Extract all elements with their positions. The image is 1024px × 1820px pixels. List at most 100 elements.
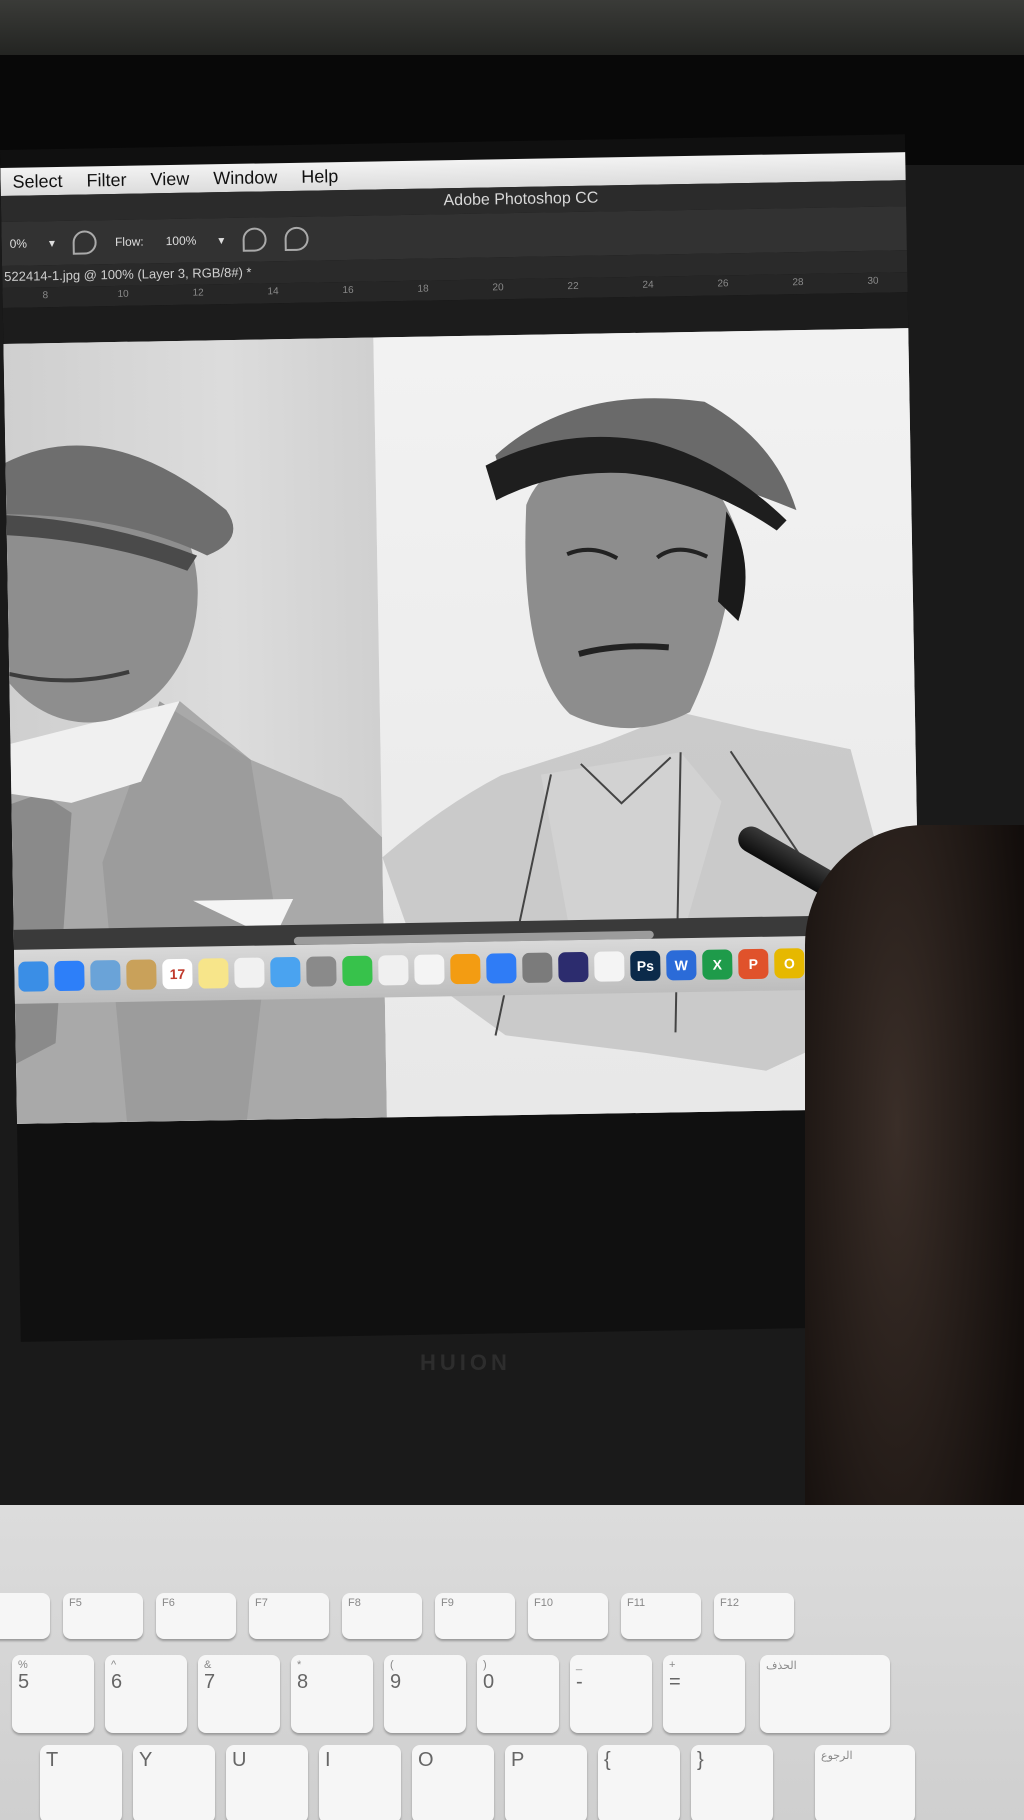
menu-help[interactable]: Help xyxy=(289,165,350,187)
fn-key-5[interactable]: F9 xyxy=(435,1593,515,1639)
photoshop-icon[interactable]: Ps xyxy=(630,950,661,982)
delete-key[interactable]: الحذف xyxy=(760,1655,890,1733)
cinema4d-icon[interactable] xyxy=(558,951,589,983)
number-key-7-label: = xyxy=(669,1671,681,1693)
itunes-icon[interactable] xyxy=(378,955,409,986)
number-key-5-label: 0 xyxy=(483,1671,495,1693)
fn-key-4[interactable]: F8 xyxy=(342,1593,422,1639)
ruler-tick: 14 xyxy=(267,286,279,298)
fn-key-2[interactable]: F6 xyxy=(156,1593,236,1639)
number-key-0-label: 5 xyxy=(18,1671,30,1693)
ruler-tick: 24 xyxy=(642,279,654,291)
ruler-tick: 12 xyxy=(192,287,204,299)
letter-key-0[interactable]: T xyxy=(40,1745,122,1820)
letter-key-3[interactable]: I xyxy=(319,1745,401,1820)
fn-key-1[interactable]: F5 xyxy=(63,1593,143,1639)
fn-key-2-symbol: F6 xyxy=(162,1597,175,1609)
number-key-2-symbol: & xyxy=(204,1659,212,1671)
number-key-1-label: 6 xyxy=(111,1671,123,1693)
number-key-0-symbol: % xyxy=(18,1659,28,1671)
facetime-icon[interactable] xyxy=(342,955,373,987)
powerpoint-icon[interactable]: P xyxy=(738,948,769,980)
dropdown-arrow-icon[interactable]: ▾ xyxy=(218,233,224,247)
number-key-2[interactable]: & 7 xyxy=(198,1655,280,1733)
delete-key-symbol: الحذف xyxy=(766,1660,797,1672)
letter-key-3-label: I xyxy=(325,1749,331,1771)
fn-key-4-symbol: F8 xyxy=(348,1597,361,1609)
reference-photo-drawing xyxy=(3,445,387,1124)
acrobat-icon[interactable] xyxy=(414,954,445,985)
return-key[interactable]: الرجوع xyxy=(815,1745,915,1820)
ruler-tick: 28 xyxy=(792,276,804,289)
number-key-7[interactable]: + = xyxy=(663,1655,745,1733)
ruler-tick: 10 xyxy=(117,288,129,300)
preview-icon[interactable] xyxy=(90,960,121,991)
excel-icon[interactable]: X xyxy=(702,949,733,980)
word-icon[interactable]: W xyxy=(666,949,697,981)
number-key-6-symbol: _ xyxy=(576,1659,583,1671)
opacity-dropdown[interactable]: 0% xyxy=(5,234,31,252)
menu-select[interactable]: Select xyxy=(0,170,74,192)
number-key-1-symbol: ^ xyxy=(111,1659,117,1671)
pressure-size-icon[interactable] xyxy=(284,226,309,252)
fn-key-0[interactable]: F4 xyxy=(0,1593,50,1639)
menu-filter[interactable]: Filter xyxy=(74,169,138,191)
letter-key-5[interactable]: P xyxy=(505,1745,587,1820)
pressure-opacity-icon[interactable] xyxy=(72,230,98,255)
number-key-2-label: 7 xyxy=(204,1671,216,1693)
flow-label: Flow: xyxy=(114,234,144,250)
letter-key-2-label: U xyxy=(232,1749,247,1771)
messages-icon[interactable] xyxy=(270,956,301,988)
airbrush-icon[interactable] xyxy=(242,227,267,252)
fn-key-0-symbol: F4 xyxy=(0,1597,44,1609)
acrobat-reader-icon[interactable] xyxy=(594,951,625,982)
document-canvas[interactable] xyxy=(3,325,926,1124)
letter-key-7[interactable]: } xyxy=(691,1745,773,1820)
number-key-3-symbol: * xyxy=(297,1659,302,1671)
dropdown-arrow-icon[interactable]: ▾ xyxy=(49,236,55,250)
fn-key-8[interactable]: F12 xyxy=(714,1593,794,1639)
fn-key-6[interactable]: F10 xyxy=(528,1593,608,1639)
letter-key-6[interactable]: { xyxy=(598,1745,680,1820)
ruler-tick: 18 xyxy=(417,283,429,295)
number-key-6[interactable]: _ - xyxy=(570,1655,652,1733)
number-key-5[interactable]: ) 0 xyxy=(477,1655,559,1733)
number-key-3[interactable]: * 8 xyxy=(291,1655,373,1733)
number-key-1[interactable]: ^ 6 xyxy=(105,1655,187,1733)
keyboard: F4F5F6F7F8F9F10F11F12%5^6&7*8(9)0_-+=الح… xyxy=(0,1505,1024,1820)
menu-window[interactable]: Window xyxy=(201,166,289,189)
outlook-icon[interactable]: O xyxy=(774,948,805,979)
menu-view[interactable]: View xyxy=(138,168,201,190)
ruler-tick: 30 xyxy=(867,275,879,287)
ibooks-icon[interactable] xyxy=(450,953,481,985)
ruler-tick: 20 xyxy=(492,282,504,294)
letter-key-2[interactable]: U xyxy=(226,1745,308,1820)
number-key-4-symbol: ( xyxy=(390,1659,394,1671)
photo-booth-icon[interactable] xyxy=(306,956,337,987)
finder-icon[interactable] xyxy=(18,961,49,992)
calendar-icon[interactable]: 17 xyxy=(162,958,193,990)
number-key-0[interactable]: % 5 xyxy=(12,1655,94,1733)
fn-key-7[interactable]: F11 xyxy=(621,1593,701,1639)
letter-key-4[interactable]: O xyxy=(412,1745,494,1820)
number-key-3-label: 8 xyxy=(297,1671,309,1693)
ruler-tick: 16 xyxy=(342,284,354,297)
letter-key-1[interactable]: Y xyxy=(133,1745,215,1820)
reminders-icon[interactable] xyxy=(234,957,265,989)
number-key-4[interactable]: (9 xyxy=(384,1655,466,1733)
letter-key-5-label: P xyxy=(511,1749,525,1771)
fn-key-3-symbol: F7 xyxy=(255,1597,268,1609)
app-store-icon[interactable] xyxy=(486,953,517,984)
return-key-symbol: الرجوع xyxy=(821,1750,853,1762)
fn-key-7-symbol: F11 xyxy=(627,1597,646,1609)
notes-icon[interactable] xyxy=(198,958,229,989)
number-key-7-symbol: + xyxy=(669,1659,676,1671)
system-preferences-icon[interactable] xyxy=(522,952,553,984)
letter-key-7-label: } xyxy=(697,1749,704,1771)
safari-icon[interactable] xyxy=(54,960,85,992)
flow-dropdown[interactable]: 100% xyxy=(162,232,201,251)
folder-icon[interactable] xyxy=(126,959,157,990)
number-key-6-label: - xyxy=(576,1671,583,1693)
fn-key-3[interactable]: F7 xyxy=(249,1593,329,1639)
fn-key-6-symbol: F10 xyxy=(534,1597,553,1609)
